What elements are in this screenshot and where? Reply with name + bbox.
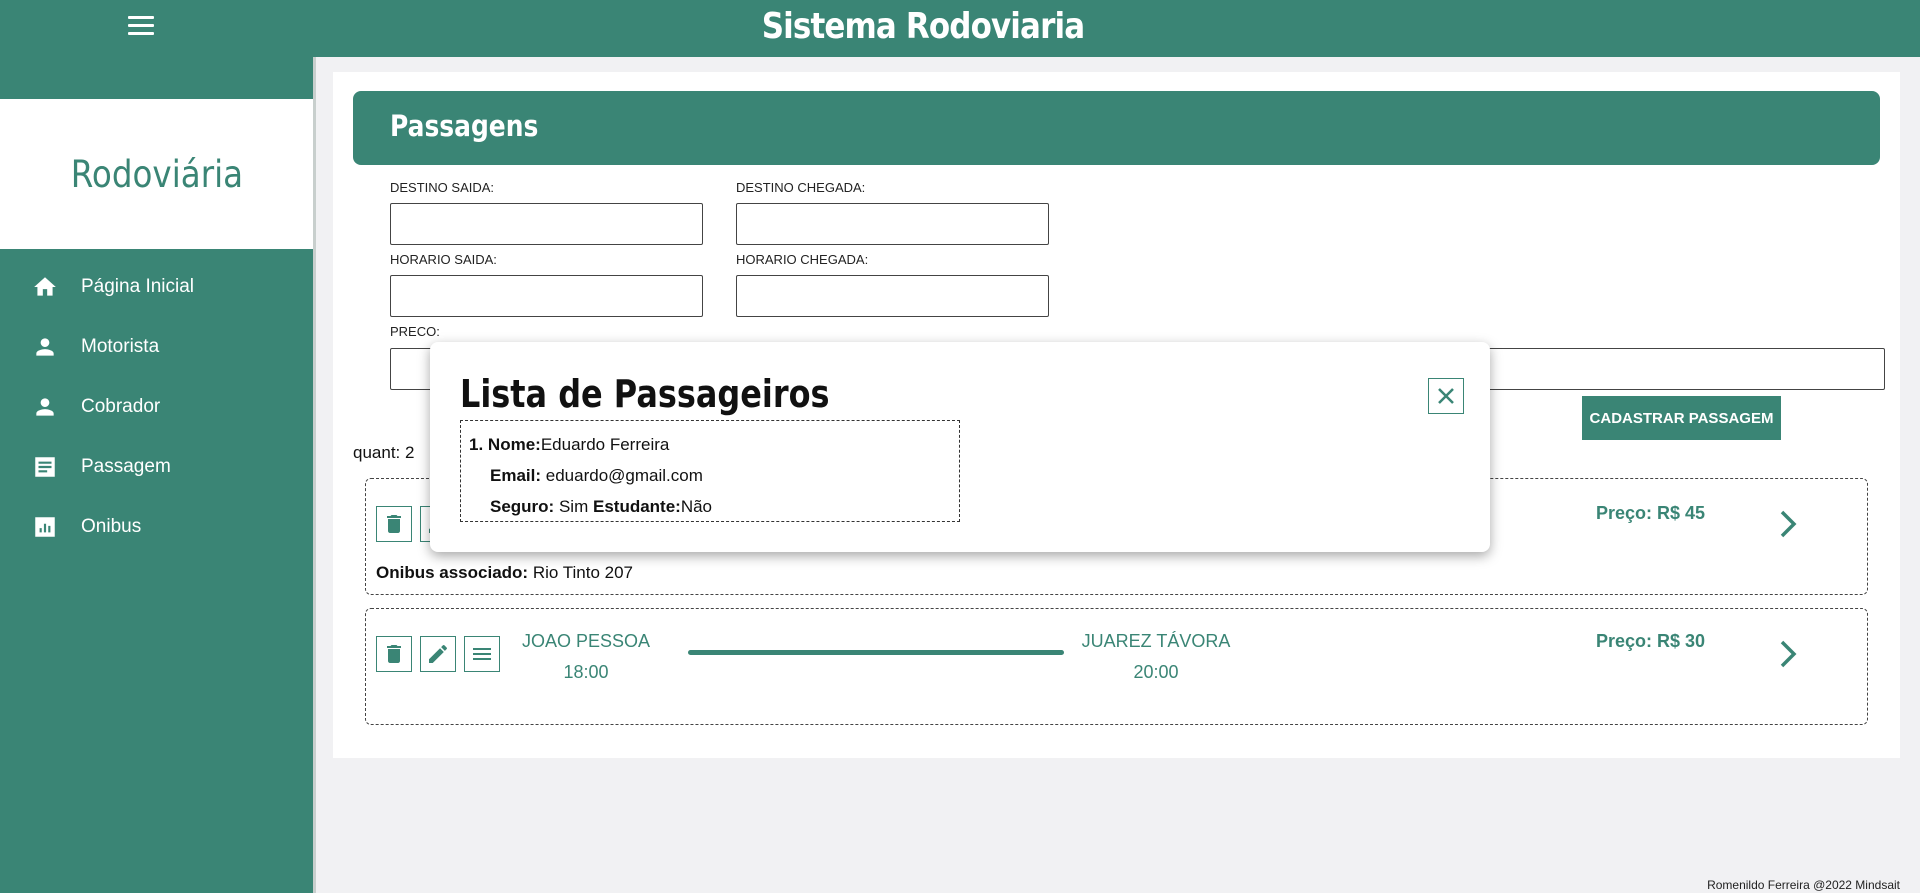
estudante-value: Não bbox=[680, 497, 713, 516]
close-button[interactable] bbox=[1428, 378, 1464, 414]
horario-saida-input[interactable] bbox=[390, 275, 703, 317]
sidebar-divider bbox=[313, 57, 316, 893]
page-title: Passagens bbox=[390, 109, 539, 143]
sidebar-item-label: Página Inicial bbox=[81, 276, 195, 297]
nome-label: Nome: bbox=[487, 435, 541, 454]
chart-icon bbox=[35, 517, 55, 537]
list-icon bbox=[473, 648, 491, 660]
ticket-price: Preço: R$ 30 bbox=[1596, 631, 1706, 651]
horario-saida-label: HORARIO SAIDA: bbox=[390, 252, 497, 267]
associated-bus-label: Onibus associado: bbox=[376, 563, 529, 582]
app-title: Sistema Rodoviaria bbox=[761, 6, 1085, 47]
sidebar-item-label: Passagem bbox=[81, 456, 171, 477]
home-icon bbox=[34, 277, 56, 296]
sidebar-item-label: Cobrador bbox=[81, 396, 161, 417]
seguro-label: Seguro: bbox=[490, 497, 555, 516]
pencil-icon bbox=[429, 644, 447, 663]
route-line bbox=[688, 650, 1064, 655]
sidebar-nav: Página Inicial Motorista Cobrador Passag… bbox=[0, 257, 313, 557]
sidebar-item-pagina-inicial[interactable]: Página Inicial bbox=[0, 257, 313, 317]
sidebar-item-cobrador[interactable]: Cobrador bbox=[0, 377, 313, 437]
destino-saida-label: DESTINO SAIDA: bbox=[390, 180, 495, 195]
passenger-list: 1. Nome:Eduardo Ferreira Email: eduardo@… bbox=[460, 420, 960, 522]
horario-chegada-label: HORARIO CHEGADA: bbox=[736, 252, 869, 267]
destino-saida-input[interactable] bbox=[390, 203, 703, 245]
ticket-price: Preço: R$ 45 bbox=[1596, 503, 1706, 523]
top-bar: Sistema Rodoviaria bbox=[0, 0, 1920, 57]
edit-button[interactable] bbox=[420, 636, 456, 672]
passenger-list-button[interactable] bbox=[464, 636, 500, 672]
passenger-name: Eduardo Ferreira bbox=[540, 435, 670, 454]
origin-city: JOAO PESSOA bbox=[521, 631, 651, 651]
passenger-email: eduardo@gmail.com bbox=[545, 466, 703, 485]
associated-bus: Onibus associado: Rio Tinto 207 bbox=[376, 563, 633, 583]
origin-stop: JOAO PESSOA 18:00 bbox=[516, 631, 656, 683]
departure-time: 18:00 bbox=[563, 662, 609, 682]
horario-chegada-input[interactable] bbox=[736, 275, 1049, 317]
seguro-value: Sim bbox=[558, 497, 589, 516]
close-icon bbox=[1438, 388, 1454, 404]
passenger-index: 1. bbox=[469, 435, 484, 454]
sidebar-item-label: Onibus bbox=[81, 516, 142, 537]
passenger-flags-row: Seguro: Sim Estudante:Não bbox=[469, 491, 951, 522]
passenger-name-row: 1. Nome:Eduardo Ferreira bbox=[469, 429, 951, 460]
destino-chegada-input[interactable] bbox=[736, 203, 1049, 245]
receipt-icon bbox=[35, 457, 55, 477]
modal-title: Lista de Passageiros bbox=[460, 372, 830, 416]
trash-icon bbox=[387, 645, 401, 663]
sidebar-item-label: Motorista bbox=[81, 336, 160, 357]
chevron-right-icon[interactable] bbox=[1774, 637, 1802, 671]
arrival-time: 20:00 bbox=[1133, 662, 1179, 682]
email-label: Email: bbox=[490, 466, 542, 485]
sidebar: Rodoviária Página Inicial Motorista Cobr… bbox=[0, 57, 313, 893]
chevron-right-icon[interactable] bbox=[1774, 507, 1802, 541]
associated-bus-value: Rio Tinto 207 bbox=[532, 563, 634, 582]
estudante-label: Estudante: bbox=[592, 497, 681, 516]
destino-chegada-label: DESTINO CHEGADA: bbox=[736, 180, 866, 195]
cadastrar-passagem-button[interactable]: CADASTRAR PASSAGEM bbox=[1582, 396, 1781, 440]
destination-stop: JUAREZ TÁVORA 20:00 bbox=[1066, 631, 1246, 683]
preco-label: PRECO: bbox=[390, 324, 440, 339]
sidebar-item-onibus[interactable]: Onibus bbox=[0, 497, 313, 557]
sidebar-item-motorista[interactable]: Motorista bbox=[0, 317, 313, 377]
brand-title: Rodoviária bbox=[70, 152, 243, 196]
section-header: Passagens bbox=[353, 91, 1880, 165]
delete-button[interactable] bbox=[376, 636, 412, 672]
brand-box: Rodoviária bbox=[0, 99, 313, 249]
trash-icon bbox=[387, 515, 401, 533]
person-icon bbox=[36, 338, 54, 356]
destination-city: JUAREZ TÁVORA bbox=[1081, 631, 1231, 651]
sidebar-item-passagem[interactable]: Passagem bbox=[0, 437, 313, 497]
person-icon bbox=[36, 398, 54, 416]
delete-button[interactable] bbox=[376, 506, 412, 542]
footer-credit: Romenildo Ferreira @2022 Mindsait bbox=[1707, 878, 1900, 892]
passenger-email-row: Email: eduardo@gmail.com bbox=[469, 460, 951, 491]
ticket-card: JOAO PESSOA 18:00 JUAREZ TÁVORA 20:00 Pr… bbox=[365, 608, 1868, 725]
passenger-list-modal: Lista de Passageiros 1. Nome:Eduardo Fer… bbox=[430, 342, 1490, 552]
quantity-count: quant: 2 bbox=[353, 443, 415, 462]
